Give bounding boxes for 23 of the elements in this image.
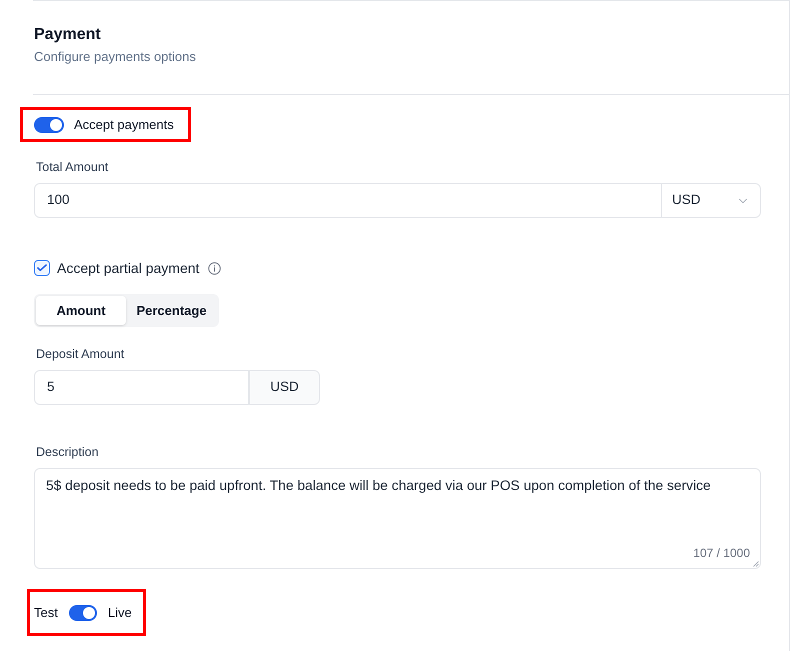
field-label: Description (35, 444, 100, 461)
field-label: Total Amount (35, 159, 110, 176)
section-title: Payment (34, 25, 102, 45)
resize-handle-icon[interactable] (753, 561, 759, 567)
toggle-switch[interactable] (34, 116, 64, 132)
section-subtitle: Configure payments options (34, 48, 197, 66)
description-field[interactable]: 5$ deposit needs to be paid upfront. The balance will be charged via our POS upon completion of the service 107 / 1000 (34, 468, 761, 569)
currency-select[interactable]: USD (662, 183, 761, 218)
partial-payment-label: Accept partial payment (57, 258, 200, 278)
character-counter: 107 / 1000 (693, 545, 750, 561)
check-icon (37, 264, 47, 272)
test-mode-label: Test (34, 604, 58, 622)
amount-field[interactable]: 100 (34, 183, 662, 218)
segment-tab[interactable]: Amount (36, 296, 126, 325)
live-mode-label: Live (108, 604, 132, 622)
info-icon[interactable] (208, 262, 222, 274)
toggle-switch[interactable] (68, 604, 97, 620)
deposit-field[interactable]: 5 (34, 370, 249, 405)
field-label: Deposit Amount (35, 346, 126, 363)
accept-payments-label: Accept payments (74, 116, 174, 134)
currency-addon: USD (249, 370, 320, 405)
segment-tab[interactable]: Percentage (126, 296, 217, 325)
checkbox[interactable] (34, 260, 50, 276)
